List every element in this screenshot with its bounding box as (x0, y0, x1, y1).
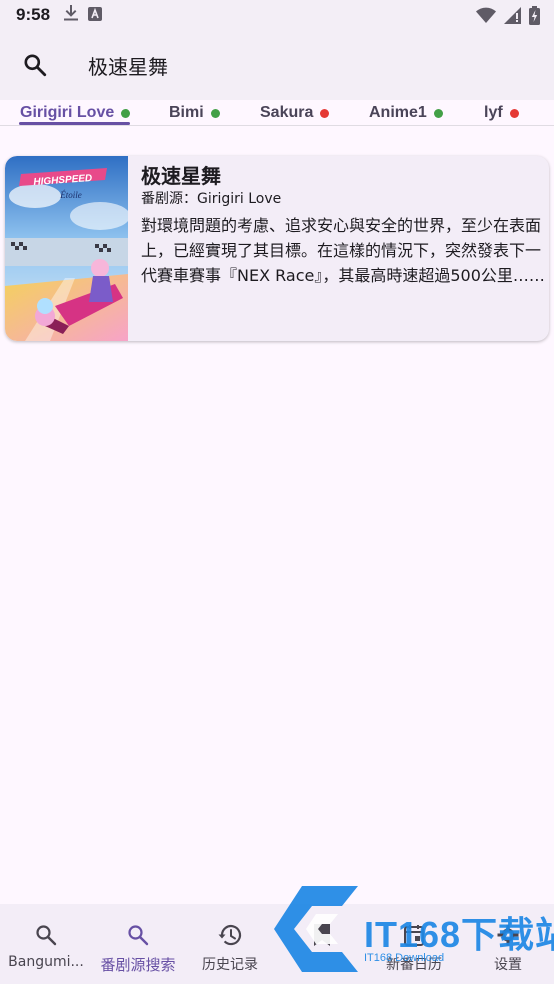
battery-charging-icon (529, 6, 540, 29)
history-icon (217, 922, 243, 948)
status-dot (320, 108, 330, 118)
tab-lyf[interactable]: lyf (484, 100, 519, 126)
nav-label: Bangumi... (8, 954, 84, 970)
status-dot (121, 108, 131, 118)
nav-label: 新番日历 (386, 957, 442, 973)
tab-label: lyf (484, 104, 503, 121)
nav-label: 设置 (494, 957, 522, 973)
nav-label: 历史记录 (202, 957, 258, 973)
svg-text:Étoile: Étoile (59, 190, 82, 200)
nav-bangumi[interactable]: Bangumi... (0, 904, 92, 984)
nav-settings[interactable]: 设置 (462, 904, 554, 984)
status-dot (509, 108, 519, 118)
status-bar: 9:58 (0, 0, 554, 30)
nav-source-search[interactable]: 番剧源搜索 (92, 904, 184, 984)
tab-label: Girigiri Love (20, 104, 115, 121)
nav-calendar[interactable]: 新番日历 (368, 904, 460, 984)
tab-label: Anime1 (369, 104, 427, 121)
anime-poster: HIGHSPEED Étoile (5, 156, 128, 341)
a-badge-icon (88, 6, 103, 25)
bookmark-icon (312, 922, 332, 948)
nav-bookmarks[interactable] (276, 904, 368, 984)
tab-label: Bimi (169, 104, 204, 121)
search-input[interactable]: 极速星舞 (88, 51, 168, 80)
status-dot (433, 108, 443, 118)
tab-anime1[interactable]: Anime1 (369, 100, 443, 126)
result-card[interactable]: HIGHSPEED Étoile 极速星舞 番剧源：Girigiri Love … (5, 156, 549, 341)
search-icon[interactable] (0, 30, 70, 100)
status-time: 9:58 (16, 5, 51, 24)
result-source: 番剧源：Girigiri Love (141, 191, 282, 207)
active-tab-indicator (19, 122, 130, 125)
search-bar[interactable]: 极速星舞 (0, 30, 554, 100)
tab-bimi[interactable]: Bimi (169, 100, 220, 126)
bottom-navigation: Bangumi... 番剧源搜索 历史记录 新番日历 设置 (0, 904, 554, 984)
wifi-icon (476, 7, 496, 28)
result-description: 對環境問題的考慮、追求安心與安全的世界，至少在表面上，已經實現了其目標。在這樣的… (141, 216, 545, 285)
download-icon (64, 5, 79, 25)
nav-label: 番剧源搜索 (100, 956, 176, 974)
calendar-icon (402, 922, 426, 948)
source-tabs: Girigiri Love Bimi Sakura Anime1 lyf (0, 100, 554, 126)
signal-icon (504, 7, 521, 28)
tab-label: Sakura (260, 104, 314, 121)
search-icon (126, 922, 150, 948)
gear-icon (496, 922, 520, 948)
result-title: 极速星舞 (141, 164, 221, 188)
status-dot (210, 108, 220, 118)
search-icon (34, 922, 58, 948)
nav-history[interactable]: 历史记录 (184, 904, 276, 984)
tab-sakura[interactable]: Sakura (260, 100, 330, 126)
